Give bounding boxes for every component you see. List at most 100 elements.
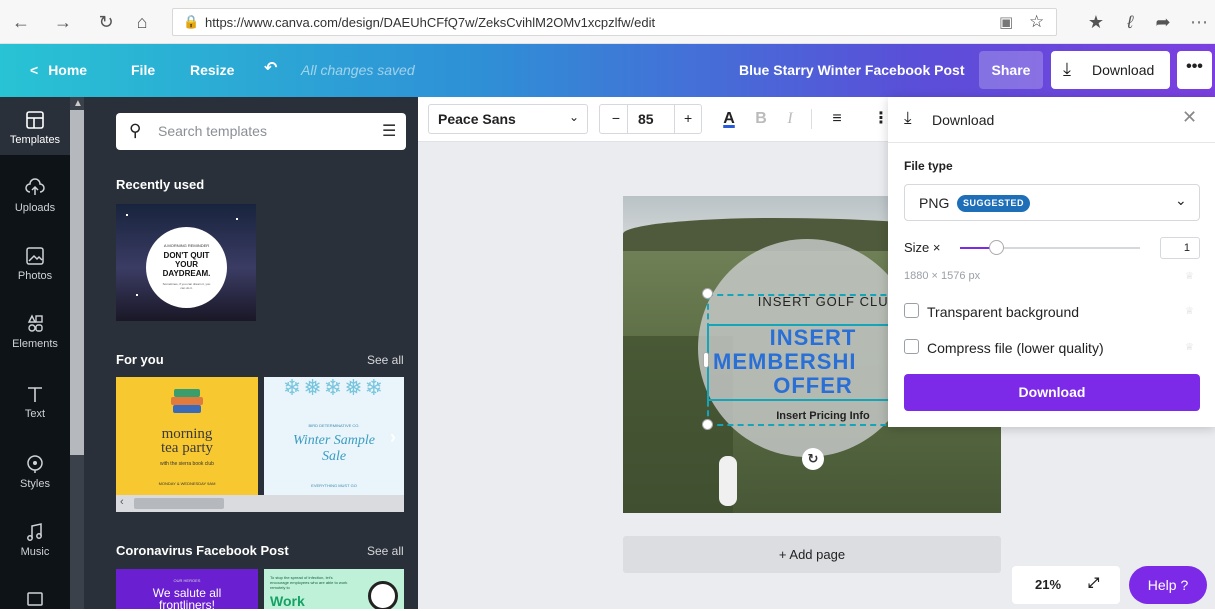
book-stack-illustration (173, 405, 201, 413)
list-icon[interactable]: ⋮ (873, 105, 889, 133)
rotate-icon[interactable]: ↻ (802, 448, 824, 470)
more-options-button[interactable]: ••• (1177, 51, 1212, 89)
font-name: Peace Sans (438, 111, 516, 127)
recent-card-line1: DON'T QUIT (163, 251, 210, 260)
person-illustration (368, 581, 398, 609)
size-slider-track[interactable] (960, 240, 1140, 255)
undo-icon[interactable]: ↶ (264, 58, 277, 78)
rail-label-templates: Templates (9, 134, 61, 146)
share-button[interactable]: Share (979, 51, 1043, 89)
reading-view-icon[interactable]: ▣ (999, 13, 1013, 31)
template-card-work[interactable]: To stop the spread of infection, let's e… (264, 569, 404, 609)
home-link[interactable]: < Home (30, 62, 87, 78)
recent-template-card[interactable]: A MORNING REMINDER DON'T QUIT YOUR DAYDR… (116, 204, 256, 321)
book-stack-illustration (171, 397, 203, 405)
quote-circle: A MORNING REMINDER DON'T QUIT YOUR DAYDR… (146, 227, 227, 308)
scroll-left-icon[interactable]: ‹ (120, 496, 124, 508)
winter-line1: Winter Sample (292, 433, 376, 448)
design-title[interactable]: Blue Starry Winter Facebook Post (739, 62, 964, 78)
rail-photos[interactable]: Photos (0, 245, 70, 303)
browser-toolbar: ← → ↻ ⌂ 🔒 https://www.canva.com/design/D… (0, 0, 1215, 44)
rail-more[interactable] (0, 589, 70, 609)
panel-scroll-thumb[interactable] (70, 110, 84, 455)
download-submit-button[interactable]: Download (904, 374, 1200, 411)
back-arrow-icon[interactable]: ← (10, 11, 32, 33)
file-type-label: File type (904, 159, 953, 173)
close-icon[interactable]: ✕ (1182, 107, 1197, 128)
pen-icon[interactable]: ℓ (1119, 11, 1141, 33)
share-page-icon[interactable]: ➦ (1152, 11, 1174, 33)
font-size-stepper[interactable]: − 85 + (599, 104, 702, 134)
star (136, 294, 138, 296)
bold-button[interactable]: B (751, 105, 771, 133)
rail-music[interactable]: Music (0, 521, 70, 579)
zoom-control[interactable]: 21% ⤢ (1012, 566, 1120, 604)
compress-file-checkbox[interactable] (904, 339, 919, 354)
home-icon[interactable]: ⌂ (131, 11, 153, 33)
template-card-morning-tea[interactable]: morning tea party with the sierra book c… (116, 377, 258, 495)
italic-button[interactable]: I (780, 105, 800, 133)
file-menu[interactable]: File (131, 62, 155, 78)
rail-text[interactable]: Text (0, 383, 70, 441)
carousel-next-icon[interactable]: › (390, 427, 396, 448)
rail-uploads[interactable]: Uploads (0, 177, 70, 235)
add-page-button[interactable]: + Add page (623, 536, 1001, 573)
resize-handle[interactable] (703, 352, 709, 368)
morning-line1: morning (161, 426, 213, 442)
browser-menu-icon[interactable]: ⋯ (1188, 11, 1210, 33)
for-you-see-all-link[interactable]: See all (367, 353, 404, 367)
rail-styles[interactable]: Styles (0, 453, 70, 511)
divider (627, 105, 628, 133)
pricing-text[interactable]: Insert Pricing Info (733, 410, 913, 422)
carousel-scroll-thumb[interactable] (134, 498, 224, 509)
coronavirus-heading: Coronavirus Facebook Post (116, 543, 289, 558)
rail-templates[interactable]: Templates (0, 97, 70, 155)
resize-button[interactable]: Resize (190, 62, 234, 78)
align-center-icon[interactable]: ≡ (826, 105, 848, 133)
rail-label-text: Text (24, 408, 46, 420)
music-icon (27, 523, 42, 541)
rail-elements[interactable]: Elements (0, 313, 70, 371)
favorite-star-icon[interactable]: ☆ (1029, 12, 1044, 32)
file-type-select[interactable]: PNG SUGGESTED ⌄ (904, 184, 1200, 221)
crown-icon: ♕ (1185, 342, 1194, 353)
side-rail: Templates Uploads Photos Elements Text S… (0, 97, 70, 609)
help-button[interactable]: Help ? (1129, 566, 1207, 604)
scroll-up-icon[interactable]: ▲ (73, 98, 83, 109)
text-color-button[interactable]: A (718, 105, 740, 133)
filter-icon[interactable]: ☰ (382, 121, 396, 141)
text-icon (28, 387, 42, 402)
coronavirus-see-all-link[interactable]: See all (367, 544, 404, 558)
forward-arrow-icon[interactable]: → (52, 11, 74, 33)
offer-line1: INSERT (769, 325, 857, 350)
carousel-scrollbar[interactable]: ‹ (116, 495, 404, 512)
transparent-background-checkbox[interactable] (904, 303, 919, 318)
decrease-size-button[interactable]: − (609, 110, 623, 126)
increase-size-button[interactable]: + (684, 110, 692, 126)
template-card-winter-sale[interactable]: ❄❅❄❅❄ BIRD DETERMINATIVE CO. Winter Samp… (264, 377, 404, 495)
favorites-list-icon[interactable]: ★ (1085, 11, 1107, 33)
home-label: Home (48, 62, 88, 78)
recent-card-small: A MORNING REMINDER (163, 243, 210, 248)
font-size-value[interactable]: 85 (638, 111, 654, 127)
refresh-icon[interactable]: ↻ (95, 11, 117, 33)
download-header-button[interactable]: ⤓ Download (1051, 51, 1170, 89)
resize-handle[interactable] (702, 419, 713, 430)
snowflake-border: ❄❅❄❅❄ (282, 377, 386, 400)
size-slider-knob[interactable] (989, 240, 1004, 255)
resize-handle[interactable] (702, 288, 713, 299)
search-placeholder: Search templates (158, 123, 267, 139)
font-family-select[interactable]: Peace Sans ⌄ (428, 104, 588, 134)
recently-used-heading: Recently used (116, 177, 205, 192)
search-templates-input[interactable]: ⚲ Search templates ☰ (116, 113, 406, 150)
work-line1: Work (270, 593, 305, 609)
size-input[interactable]: 1 (1160, 237, 1200, 259)
fullscreen-icon[interactable]: ⤢ (1088, 574, 1099, 591)
shapes-icon (27, 314, 43, 332)
chevron-down-icon: ⌄ (569, 110, 580, 124)
rail-label-elements: Elements (12, 338, 58, 350)
address-bar[interactable]: 🔒 https://www.canva.com/design/DAEUhCFfQ… (172, 8, 1057, 36)
search-icon: ⚲ (129, 121, 142, 140)
template-card-salute[interactable]: OUR HEROES We salute all frontliners! (116, 569, 258, 609)
rail-label-styles: Styles (20, 478, 50, 490)
